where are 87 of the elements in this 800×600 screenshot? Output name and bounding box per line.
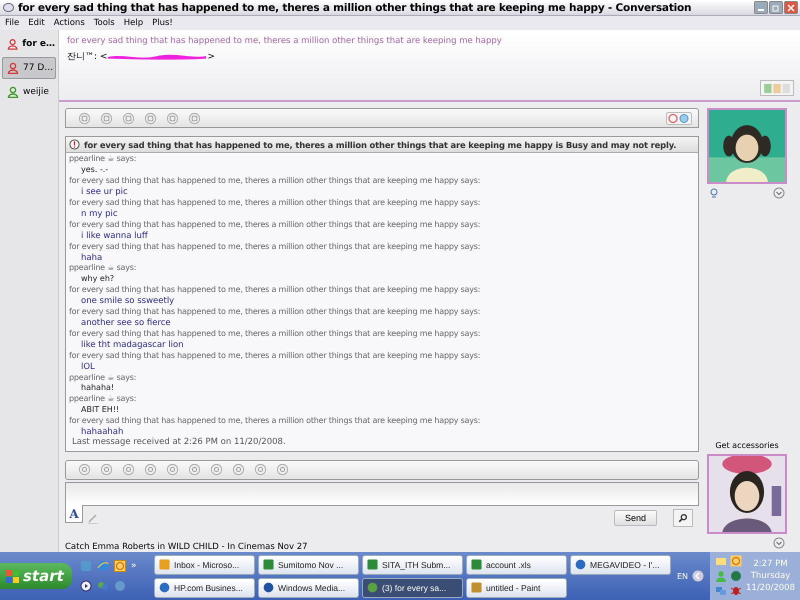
- contact-name: 77 D…: [23, 63, 54, 73]
- clock-icon[interactable]: [114, 560, 126, 572]
- taskbar-button[interactable]: MEGAVIDEO - I'...: [570, 554, 671, 574]
- language-indicator[interactable]: EN: [677, 572, 688, 580]
- sender-line: ppearline ☕ says:: [69, 394, 138, 406]
- message-text: haha: [80, 252, 104, 264]
- taskbar-button[interactable]: SITA_ITH Subm...: [362, 554, 463, 574]
- message-text: ABIT EH!!: [80, 405, 120, 416]
- contact-tab[interactable]: 77 D…: [2, 57, 56, 79]
- message-text: hahaha!: [80, 383, 116, 394]
- message-text: one smile so ssweetly: [80, 296, 176, 308]
- font-button[interactable]: A: [65, 505, 83, 524]
- warning-icon: [69, 139, 80, 150]
- theme-icon: [763, 82, 791, 94]
- contact-label: 잔니™: <: [67, 51, 108, 63]
- taskbar-button[interactable]: account .xls: [466, 554, 567, 574]
- clock-day: Thursday: [750, 571, 790, 581]
- sender-line: for every sad thing that has happened to me, theres a million other things that are keeping me happy says:: [69, 176, 482, 188]
- contact-tab[interactable]: weijie: [2, 81, 56, 103]
- people-icon[interactable]: [97, 580, 109, 592]
- chevron-icon[interactable]: [692, 570, 704, 582]
- close-icon: [787, 4, 795, 12]
- taskbar-button[interactable]: Inbox - Microso...: [154, 554, 255, 574]
- browser-icon[interactable]: [97, 560, 109, 572]
- send-button[interactable]: Send: [614, 510, 657, 526]
- play-icon[interactable]: [80, 580, 92, 592]
- taskbar-button[interactable]: Sumitomo Nov ...: [258, 554, 359, 574]
- taskbar-button[interactable]: Windows Media...: [258, 578, 359, 598]
- restore-button[interactable]: [769, 1, 783, 14]
- sender-line: for every sad thing that has happened to me, theres a million other things that are keeping me happy says:: [69, 198, 482, 209]
- block-icon[interactable]: [666, 112, 692, 125]
- pen-icon[interactable]: [87, 512, 99, 524]
- sender-line: for every sad thing that has happened to me, theres a million other things that are keeping me happy says:: [69, 242, 482, 253]
- taskbar-button[interactable]: untitled - Paint: [466, 578, 567, 598]
- close-button[interactable]: [784, 1, 798, 14]
- sender-line: for every sad thing that has happened to me, theres a million other things that are keeping me happy says:: [69, 416, 482, 428]
- menu-item[interactable]: Help: [124, 18, 144, 28]
- clock-time: 2:27 PM: [753, 559, 788, 569]
- minimize-button[interactable]: [754, 1, 768, 14]
- search-button[interactable]: [673, 509, 693, 528]
- sender-line: for every sad thing that has happened to me, theres a million other things that are keeping me happy says:: [69, 350, 482, 362]
- restore-icon: [772, 4, 780, 12]
- ad-text[interactable]: Catch Emma Roberts in WILD CHILD - In Cinemas Nov 27: [65, 542, 699, 552]
- taskbar-button[interactable]: (3) for every sa...: [362, 578, 463, 598]
- envelope-icon[interactable]: [715, 555, 727, 567]
- message-text: hahaahah: [80, 427, 124, 438]
- message-input[interactable]: [65, 482, 699, 506]
- message-text: like tht madagascar lion: [80, 340, 185, 351]
- contact-tab[interactable]: for e…: [2, 33, 56, 55]
- windows-logo-icon: [6, 570, 19, 582]
- dropdown-icon[interactable]: [773, 187, 785, 199]
- message-text: yes. -.-: [80, 165, 110, 176]
- message-text: lOL: [80, 362, 96, 372]
- sender-line: ppearline ☕ says:: [69, 372, 138, 384]
- sender-line: for every sad thing that has happened to me, theres a million other things that are keeping me happy says:: [69, 328, 482, 340]
- message-text: n my pic: [80, 208, 119, 220]
- contact-name: weijie: [23, 87, 49, 97]
- menu-item[interactable]: Plus!: [152, 18, 173, 28]
- bug-icon[interactable]: [730, 585, 742, 597]
- sender-line: ppearline ☕ says:: [69, 154, 138, 166]
- message-text: why eh?: [80, 274, 116, 286]
- clock-date: 11/20/2008: [746, 583, 795, 593]
- message-text: another see so fierce: [80, 318, 172, 329]
- sender-line: for every sad thing that has happened to me, theres a million other things that are keeping me happy says:: [69, 307, 482, 318]
- contact-name: for e…: [22, 39, 55, 49]
- busy-notice-text: for every sad thing that has happened to me, theres a million other things that are keeping me happy is Busy and may not reply.: [84, 140, 676, 150]
- message-text: i see ur pic: [80, 187, 129, 198]
- menu-item[interactable]: Tools: [94, 18, 115, 28]
- dropdown-icon[interactable]: [773, 537, 785, 549]
- chat-bubble-icon: [3, 2, 14, 13]
- contact-label: >: [207, 52, 215, 62]
- sender-line: for every sad thing that has happened to me, theres a million other things that are keeping me happy says:: [69, 220, 482, 231]
- menu-item[interactable]: Edit: [28, 18, 45, 28]
- clock-icon[interactable]: [730, 555, 742, 567]
- sender-line: ppearline ☕ says:: [69, 263, 138, 274]
- message-text: i like wanna luff: [80, 230, 149, 242]
- get-accessories-link[interactable]: Get accessories: [707, 441, 787, 450]
- taskbar-button[interactable]: HP.com Busines...: [154, 578, 255, 598]
- last-message-text: Last message received at 2:26 PM on 11/20/2008.: [71, 437, 287, 450]
- menu-item[interactable]: Actions: [54, 18, 85, 28]
- menu-item[interactable]: File: [5, 18, 20, 28]
- more-button[interactable]: »: [131, 561, 137, 571]
- search-icon: [678, 513, 688, 524]
- window-title: for every sad thing that has happened to me, theres a million other things that are keeping me happy - Conversation: [18, 2, 692, 14]
- contact-status-name: for every sad thing that has happened to me, theres a million other things that are keeping me happy: [67, 36, 503, 46]
- header-buttons[interactable]: [760, 80, 794, 96]
- sender-line: for every sad thing that has happened to me, theres a million other things that are keeping me happy says:: [69, 285, 482, 296]
